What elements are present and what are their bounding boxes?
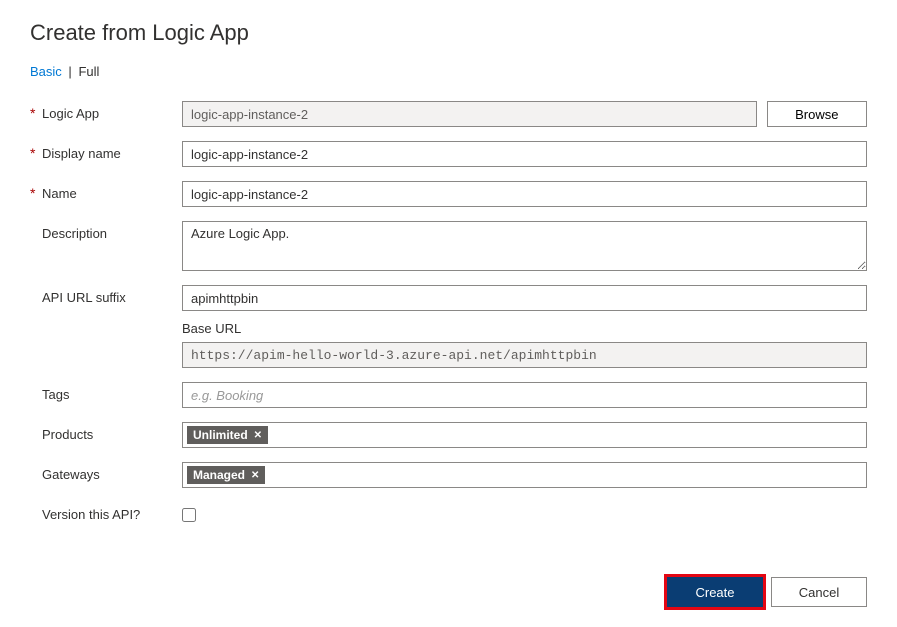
tags-input[interactable]: e.g. Booking [182,382,867,408]
tab-row: Basic | Full [30,64,867,79]
required-indicator: * [30,101,42,125]
version-checkbox[interactable] [182,508,196,522]
page-title: Create from Logic App [30,20,867,46]
product-chip-unlimited: Unlimited ✕ [187,426,268,444]
chip-label: Managed [193,468,245,482]
logic-app-input[interactable] [182,101,757,127]
label-display-name: Display name [42,141,182,161]
label-products: Products [42,422,182,442]
browse-button[interactable]: Browse [767,101,867,127]
row-products: Products Unlimited ✕ [30,422,867,448]
label-name: Name [42,181,182,201]
tab-full[interactable]: Full [78,64,99,79]
cancel-button[interactable]: Cancel [771,577,867,607]
row-display-name: * Display name [30,141,867,167]
label-tags: Tags [42,382,182,402]
row-logic-app: * Logic App Browse [30,101,867,127]
gateways-input[interactable]: Managed ✕ [182,462,867,488]
row-tags: Tags e.g. Booking [30,382,867,408]
required-indicator: * [30,141,42,165]
description-input[interactable]: Azure Logic App. [182,221,867,271]
products-input[interactable]: Unlimited ✕ [182,422,867,448]
row-name: * Name [30,181,867,207]
footer: Create Cancel [30,577,867,607]
row-description: Description Azure Logic App. [30,221,867,271]
label-gateways: Gateways [42,462,182,482]
row-gateways: Gateways Managed ✕ [30,462,867,488]
name-input[interactable] [182,181,867,207]
create-button[interactable]: Create [667,577,763,607]
chip-label: Unlimited [193,428,248,442]
tags-placeholder: e.g. Booking [187,388,267,403]
label-logic-app: Logic App [42,101,182,121]
label-api-suffix: API URL suffix [42,285,182,305]
close-icon[interactable]: ✕ [254,430,262,441]
api-suffix-input[interactable] [182,285,867,311]
label-version: Version this API? [42,502,182,522]
display-name-input[interactable] [182,141,867,167]
tab-basic[interactable]: Basic [30,64,62,79]
required-indicator: * [30,181,42,205]
base-url-input [182,342,867,368]
tab-separator: | [68,64,71,79]
row-version: Version this API? [30,502,867,522]
label-base-url: Base URL [182,321,867,336]
row-api-suffix: API URL suffix Base URL [30,285,867,368]
gateway-chip-managed: Managed ✕ [187,466,265,484]
close-icon[interactable]: ✕ [251,470,259,481]
label-description: Description [42,221,182,241]
